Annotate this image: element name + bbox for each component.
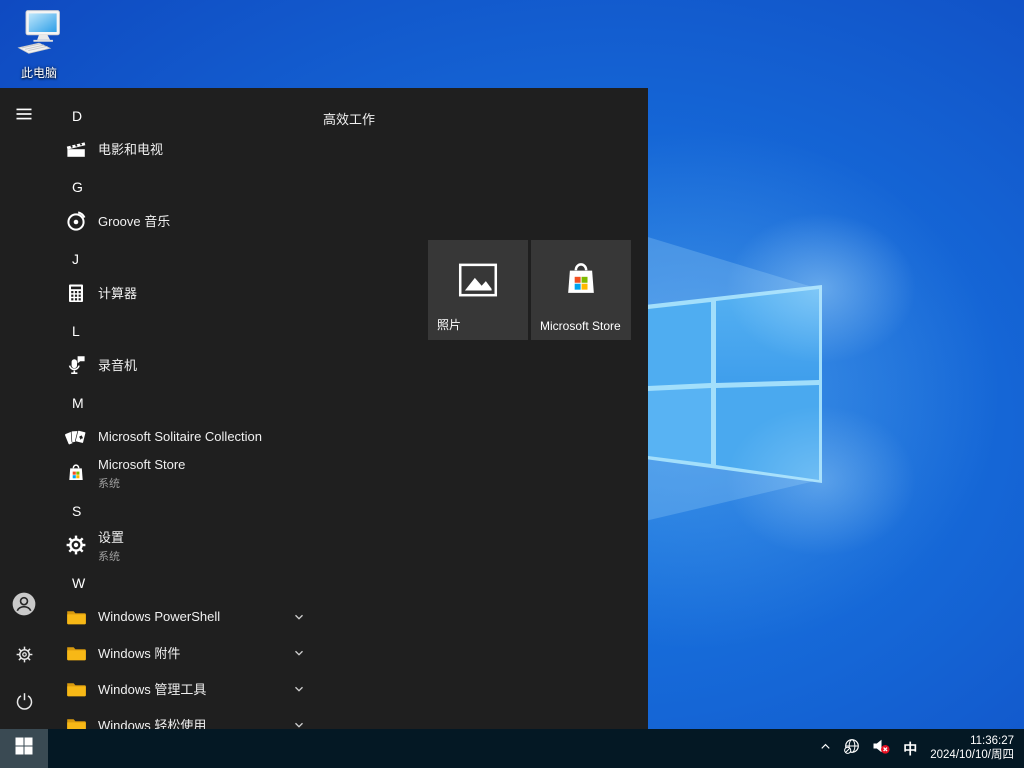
chevron-up-icon — [818, 739, 833, 759]
app-label: 设置 — [98, 530, 124, 545]
chevron-down-icon[interactable] — [292, 718, 306, 729]
app-item-solitaire[interactable]: Microsoft Solitaire Collection — [48, 420, 314, 454]
app-label: Windows 管理工具 — [98, 682, 206, 697]
app-item-groove-music[interactable]: Groove 音乐 — [48, 204, 314, 238]
start-button[interactable] — [0, 729, 48, 768]
chevron-down-icon[interactable] — [292, 646, 306, 660]
folder-item-windows-powershell[interactable]: Windows PowerShell — [48, 600, 314, 634]
letter-header-g[interactable]: G — [48, 179, 83, 195]
letter-header-s[interactable]: S — [48, 503, 81, 519]
calculator-icon — [64, 281, 88, 305]
app-label: 录音机 — [98, 358, 137, 373]
app-label: Windows PowerShell — [98, 609, 220, 624]
windows-logo-pane-tl — [648, 302, 711, 386]
folder-icon — [64, 677, 88, 701]
app-label: 电影和电视 — [98, 142, 163, 157]
folder-icon — [64, 713, 88, 729]
desktop-icon-this-pc[interactable]: 此电脑 — [6, 6, 72, 81]
volume-muted-icon — [871, 736, 891, 761]
letter-header-l[interactable]: L — [48, 323, 80, 339]
folder-icon — [64, 605, 88, 629]
volume-button[interactable] — [866, 729, 896, 768]
chevron-down-icon[interactable] — [292, 682, 306, 696]
chevron-down-icon[interactable] — [292, 610, 306, 624]
app-subtitle: 系统 — [98, 548, 124, 564]
app-item-microsoft-store[interactable]: Microsoft Store 系统 — [48, 454, 314, 492]
photos-icon — [455, 257, 501, 308]
app-subtitle: 系统 — [98, 475, 185, 491]
store-icon — [64, 461, 88, 485]
tile-label: Microsoft Store — [540, 319, 621, 333]
start-menu-rail — [0, 88, 48, 729]
app-item-voice-recorder[interactable]: 录音机 — [48, 348, 314, 382]
taskbar-clock[interactable]: 11:36:27 2024/10/10/周四 — [924, 735, 1014, 762]
clock-time: 11:36:27 — [930, 735, 1014, 749]
gear-icon — [14, 644, 35, 670]
app-label: Windows 附件 — [98, 646, 180, 661]
voice-recorder-icon — [64, 353, 88, 377]
app-label: Groove 音乐 — [98, 214, 170, 229]
movies-tv-icon — [64, 137, 88, 161]
network-status-button[interactable] — [838, 729, 866, 768]
ime-indicator[interactable]: 中 — [896, 739, 924, 759]
tile-group-title: 高效工作 — [323, 109, 375, 128]
app-item-movies-tv[interactable]: 电影和电视 — [48, 132, 314, 166]
settings-button[interactable] — [12, 645, 36, 669]
letter-header-j[interactable]: J — [48, 251, 79, 267]
clock-date: 2024/10/10/周四 — [930, 749, 1014, 763]
start-menu: D 电影和电视 G — [0, 88, 648, 729]
tile-label: 照片 — [437, 316, 461, 333]
user-icon — [11, 591, 37, 622]
tray-overflow-button[interactable] — [813, 729, 838, 768]
folder-item-windows-accessories[interactable]: Windows 附件 — [48, 636, 314, 670]
app-label: Microsoft Solitaire Collection — [98, 429, 262, 444]
app-label: Windows 轻松使用 — [98, 718, 206, 729]
groove-music-icon — [64, 209, 88, 233]
gear-icon — [64, 533, 88, 557]
globe-offline-icon — [843, 737, 861, 760]
hamburger-icon — [14, 104, 34, 129]
this-pc-icon — [13, 45, 65, 62]
app-list: D 电影和电视 G — [48, 88, 314, 729]
taskbar: 中 11:36:27 2024/10/10/周四 — [0, 729, 1024, 768]
tile-photos[interactable]: 照片 — [428, 240, 528, 340]
windows-logo-pane-bl — [648, 388, 711, 464]
desktop-icon-label: 此电脑 — [6, 64, 72, 81]
app-label: 计算器 — [98, 286, 137, 301]
expand-menu-button[interactable] — [12, 104, 36, 128]
power-icon — [14, 691, 35, 717]
app-item-settings[interactable]: 设置 系统 — [48, 526, 314, 564]
folder-item-windows-admin-tools[interactable]: Windows 管理工具 — [48, 672, 314, 706]
tile-microsoft-store[interactable]: Microsoft Store — [531, 240, 631, 340]
folder-item-windows-ease-of-access[interactable]: Windows 轻松使用 — [48, 708, 314, 729]
letter-header-m[interactable]: M — [48, 395, 84, 411]
letter-header-d[interactable]: D — [48, 108, 82, 124]
folder-icon — [64, 641, 88, 665]
solitaire-icon — [64, 425, 88, 449]
app-label: Microsoft Store — [98, 457, 185, 472]
system-tray: 中 11:36:27 2024/10/10/周四 — [813, 729, 1024, 768]
user-account-button[interactable] — [12, 594, 36, 618]
letter-header-w[interactable]: W — [48, 575, 85, 591]
store-icon — [558, 257, 604, 308]
app-item-calculator[interactable]: 计算器 — [48, 276, 314, 310]
windows-logo-icon — [15, 737, 33, 760]
power-button[interactable] — [12, 692, 36, 716]
